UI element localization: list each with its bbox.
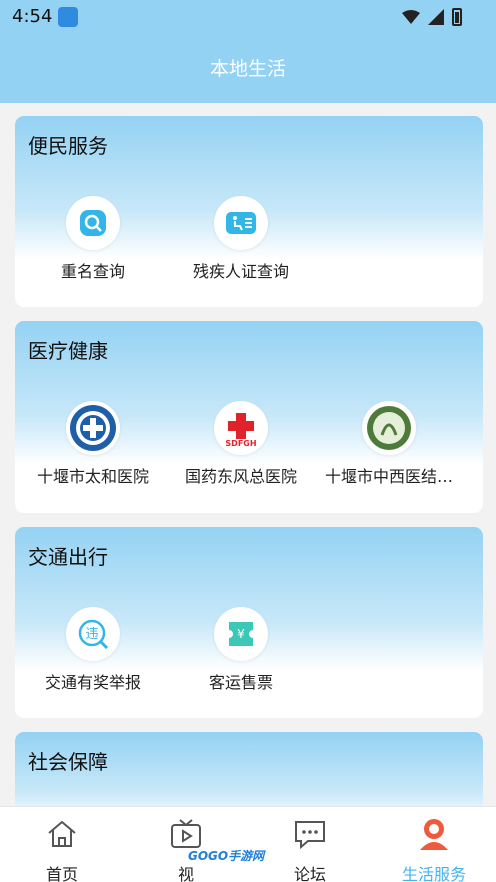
service-item-violation-report[interactable]: 违 交通有奖举报 [19,607,167,693]
watermark-logo: GOGO手游网 [188,849,265,863]
nav-life-service[interactable]: 生活服务 [372,807,496,882]
sdfgh-logo-text: SDFGH [225,439,256,448]
page-title: 本地生活 [209,58,286,80]
taihe-hospital-logo [70,405,116,451]
service-item-taihe-hospital[interactable]: 十堰市太和医院 [19,401,167,487]
nav-label: 视 [177,865,194,882]
signal-icon [428,9,444,25]
name-search-icon [80,210,106,236]
service-item-ticket[interactable]: ¥ 客运售票 [167,607,315,693]
service-item-disability-card[interactable]: 残疾人证查询 [167,196,315,282]
service-item-label: 客运售票 [208,673,273,692]
wifi-icon [402,10,420,24]
video-icon [171,819,201,848]
section-convenience: 便民服务 重名查询 残疾人证查询 [15,116,483,307]
ticket-icon: ¥ [229,622,253,646]
service-item-label: 交通有奖举报 [44,673,141,692]
service-item-label: 残疾人证查询 [192,262,289,281]
service-item-label: 国药东风总医院 [184,467,297,486]
status-time: 4:54 [12,6,53,27]
service-item-label: 十堰市太和医院 [36,467,149,486]
nav-forum[interactable]: 论坛 [248,807,372,882]
nav-home[interactable]: 首页 [0,807,124,882]
sdfgh-logo: SDFGH [225,413,257,448]
service-item-sdfgh-hospital[interactable]: SDFGH 国药东风总医院 [167,401,315,487]
forum-icon [295,821,325,850]
section-title: 交通出行 [28,545,108,569]
nav-label: 首页 [45,865,78,882]
section-medical: 医疗健康 十堰市太和医院 SDFGH 国药东风总医院 十堰市中西医结… [15,321,483,513]
yen-char: ¥ [237,627,245,641]
service-item-integrated-hospital[interactable]: 十堰市中西医结… [315,401,463,487]
violation-report-icon: 违 [78,619,109,650]
nav-label: 生活服务 [401,865,466,882]
home-icon [48,820,76,847]
nav-video[interactable]: 视 [124,807,248,882]
service-item-label: 十堰市中西医结… [324,467,453,486]
status-bar: 4:54 [0,0,496,34]
top-bar: 4:54 本地生活 [0,0,496,103]
section-transport: 交通出行 违 交通有奖举报 ¥ 客运售票 [15,527,483,718]
battery-icon [452,8,462,26]
app-notification-icon [58,7,78,27]
service-item-label: 重名查询 [60,262,125,281]
life-service-icon [420,819,448,850]
section-title: 便民服务 [28,134,108,158]
nav-label: 论坛 [293,865,326,882]
section-title: 社会保障 [28,750,108,774]
disability-card-icon [226,212,256,234]
section-title: 医疗健康 [28,339,108,363]
service-item-name-search[interactable]: 重名查询 [19,196,167,282]
integrated-hospital-logo [367,406,411,450]
violation-char: 违 [85,627,98,642]
bottom-nav: 首页 视 论坛 生活服务 [0,806,496,882]
